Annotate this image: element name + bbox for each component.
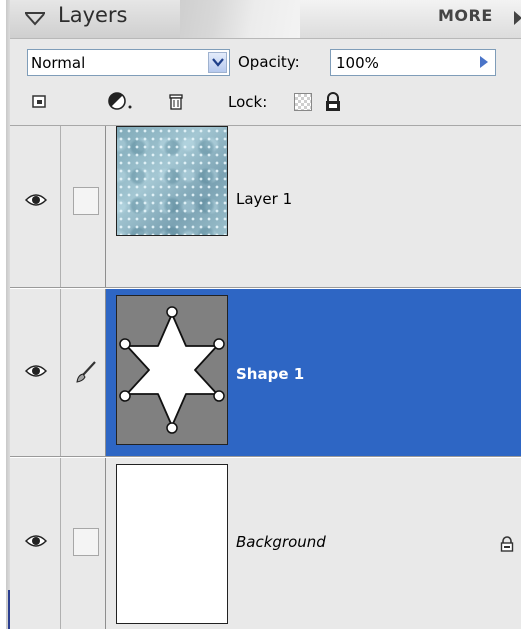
layer-thumbnail-star[interactable] [116, 295, 228, 445]
opacity-slider-arrow-icon[interactable] [480, 56, 488, 68]
layer-name-italic[interactable]: Background [236, 533, 326, 551]
layer-name[interactable]: Layer 1 [236, 190, 292, 208]
eye-icon[interactable] [25, 364, 47, 378]
blend-mode-value: Normal [31, 54, 86, 72]
link-box[interactable] [73, 528, 99, 556]
header-swoosh [180, 0, 300, 38]
layer-lock-icon [500, 536, 514, 552]
brush-icon[interactable] [73, 359, 99, 385]
panel-left-edge [0, 0, 10, 629]
row-separator [10, 287, 521, 288]
layer-thumbnail-background[interactable] [116, 464, 228, 624]
new-layer-icon[interactable] [29, 90, 51, 112]
opacity-label: Opacity: [238, 53, 300, 71]
adjustment-layer-icon[interactable] [106, 90, 136, 112]
visibility-cell[interactable] [10, 289, 61, 457]
more-button[interactable]: MORE [438, 6, 493, 25]
eye-icon[interactable] [25, 193, 47, 207]
blend-mode-select[interactable]: Normal [27, 49, 230, 76]
lock-transparency-icon[interactable] [294, 93, 312, 111]
layer-row-shape-1[interactable]: Shape 1 [10, 289, 521, 457]
link-cell[interactable] [61, 126, 106, 288]
panel-header: Layers MORE [10, 0, 521, 39]
layer-row-layer-1[interactable]: Layer 1 [10, 126, 521, 288]
collapse-arrow-icon[interactable] [24, 11, 46, 27]
layer-options-bar: Normal Opacity: 100% Lock: [10, 39, 521, 126]
sheriff-star-icon [119, 306, 225, 434]
row-separator [10, 456, 521, 457]
lock-icon[interactable] [324, 91, 342, 113]
more-arrow-icon[interactable] [514, 11, 521, 25]
layer-name-selected[interactable]: Shape 1 [236, 365, 304, 383]
layers-panel: Layers MORE Normal Opacity: 100% Lock: L… [0, 0, 521, 629]
layer-row-background[interactable]: Background [10, 458, 521, 629]
link-cell[interactable] [61, 289, 106, 457]
visibility-cell[interactable] [10, 126, 61, 288]
trash-icon[interactable] [165, 90, 187, 112]
layer-thumbnail-texture[interactable] [116, 126, 228, 236]
link-cell[interactable] [61, 458, 106, 629]
panel-title: Layers [58, 3, 128, 27]
visibility-cell[interactable] [10, 458, 61, 629]
dropdown-arrow-icon[interactable] [208, 52, 227, 73]
lock-label: Lock: [228, 93, 268, 111]
eye-icon[interactable] [25, 534, 47, 548]
link-box[interactable] [73, 187, 99, 215]
opacity-value: 100% [336, 54, 379, 72]
opacity-field[interactable]: 100% [330, 49, 496, 76]
